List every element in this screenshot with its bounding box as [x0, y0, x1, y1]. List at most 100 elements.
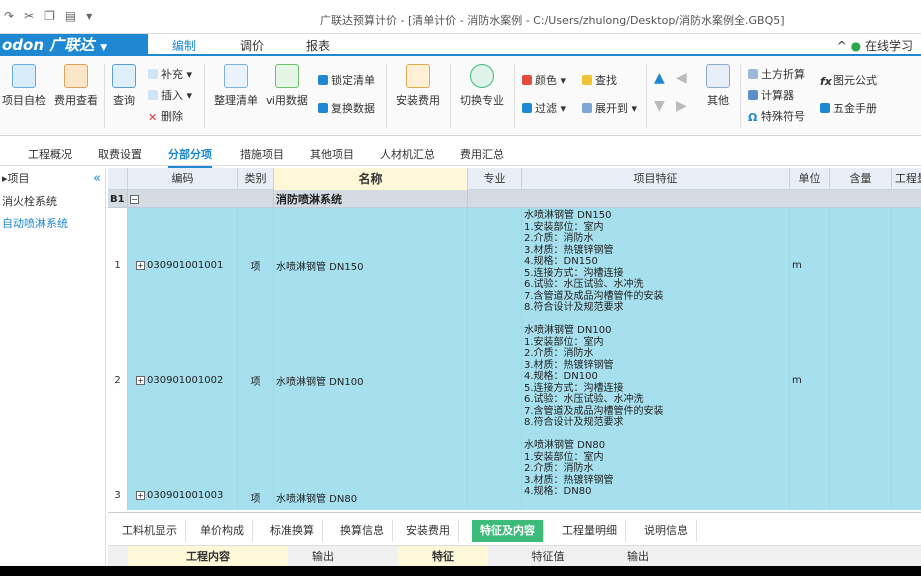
- row-code[interactable]: +030901001001: [128, 208, 238, 323]
- table-row[interactable]: 1 +030901001001 项 水喷淋钢管 DN150 水喷淋钢管 DN15…: [108, 208, 921, 323]
- row-code[interactable]: +030901001003: [128, 438, 238, 510]
- header-unit[interactable]: 单位: [790, 168, 830, 190]
- row-content[interactable]: [830, 208, 892, 323]
- collapse-box-icon[interactable]: −: [130, 194, 139, 204]
- group-toggle[interactable]: −: [128, 190, 274, 208]
- query-button[interactable]: 查询: [112, 64, 136, 108]
- tab-fee-summary[interactable]: 费用汇总: [460, 146, 504, 162]
- tab-other-items[interactable]: 其他项目: [310, 146, 354, 162]
- row-name[interactable]: 水喷淋钢管 DN100: [274, 323, 468, 438]
- row-features[interactable]: 水喷淋钢管 DN150 1.安装部位：室内 2.介质：消防水 3.材质：热镀锌钢…: [522, 208, 790, 323]
- earthwork-button[interactable]: 土方折算: [748, 66, 805, 82]
- tree-item-sprinkler-system[interactable]: 自动喷淋系统: [0, 212, 105, 234]
- move-down-icon[interactable]: ▼: [654, 98, 665, 114]
- calculator-label: 计算器: [761, 89, 794, 102]
- search-icon: [582, 75, 592, 85]
- tab-fee-settings[interactable]: 取费设置: [98, 146, 142, 162]
- tab-unit-price-composition[interactable]: 单价构成: [192, 520, 253, 542]
- copy-icon[interactable]: ❐: [44, 9, 55, 23]
- project-check-button[interactable]: 项目自检: [2, 64, 46, 108]
- switch-major-button[interactable]: 切换专业: [460, 64, 504, 108]
- move-left-icon[interactable]: ◀: [676, 70, 687, 86]
- expand-box-icon[interactable]: +: [136, 376, 145, 385]
- five-gold-button[interactable]: 五金手册: [820, 100, 877, 116]
- redo-icon[interactable]: ↷: [4, 9, 14, 23]
- tab-adjust-price[interactable]: 调价: [240, 37, 264, 54]
- row-name[interactable]: 水喷淋钢管 DN80: [274, 438, 468, 510]
- supplement-button[interactable]: 补充 ▾: [148, 66, 192, 82]
- tab-report[interactable]: 报表: [306, 37, 330, 54]
- paste-icon[interactable]: ▤: [65, 9, 76, 23]
- organize-list-button[interactable]: 整理清单: [214, 64, 258, 108]
- expand-box-icon[interactable]: +: [136, 261, 145, 270]
- feature-line: 3.材质：热镀锌钢管: [524, 359, 614, 371]
- row-content[interactable]: [830, 438, 892, 510]
- tab-labor-material-summary[interactable]: 人材机汇总: [380, 146, 435, 162]
- quick-access-toolbar: ↷ ✂ ❐ ▤ ▾: [4, 9, 92, 23]
- row-quantity[interactable]: [892, 208, 921, 323]
- special-symbol-button[interactable]: Ω 特殊符号: [748, 108, 805, 124]
- row-major[interactable]: [468, 208, 522, 323]
- row-code[interactable]: +030901001002: [128, 323, 238, 438]
- tab-standard-conversion[interactable]: 标准换算: [262, 520, 323, 542]
- header-quantity[interactable]: 工程量: [892, 168, 921, 190]
- row-features[interactable]: 水喷淋钢管 DN100 1.安装部位：室内 2.介质：消防水 3.材质：热镀锌钢…: [522, 323, 790, 438]
- lock-data-button[interactable]: 复换数据: [318, 100, 375, 116]
- fee-view-button[interactable]: 费用查看: [54, 64, 98, 108]
- delete-button[interactable]: ✕ 删除: [148, 108, 183, 124]
- header-features[interactable]: 项目特征: [522, 168, 790, 190]
- dropdown-icon[interactable]: ▾: [86, 9, 92, 23]
- tab-conversion-info[interactable]: 换算信息: [332, 520, 393, 542]
- row-major[interactable]: [468, 323, 522, 438]
- expand-to-button[interactable]: 展开到 ▾: [582, 100, 637, 116]
- header-major[interactable]: 专业: [468, 168, 522, 190]
- use-data-button[interactable]: ⅵ用数据: [266, 64, 308, 108]
- row-unit[interactable]: m: [790, 323, 830, 438]
- tab-edit[interactable]: 编制: [172, 37, 196, 54]
- row-quantity[interactable]: [892, 438, 921, 510]
- color-button[interactable]: 颜色 ▾: [522, 72, 566, 88]
- tab-divisional-items[interactable]: 分部分项: [168, 146, 212, 168]
- header-content[interactable]: 含量: [830, 168, 892, 190]
- row-unit[interactable]: m: [790, 208, 830, 323]
- find-button[interactable]: 查找: [582, 72, 617, 88]
- insert-button[interactable]: 插入 ▾: [148, 87, 192, 103]
- table-row[interactable]: 2 +030901001002 项 水喷淋钢管 DN100 水喷淋钢管 DN10…: [108, 323, 921, 438]
- row-type[interactable]: 项: [238, 323, 274, 438]
- online-learn-button[interactable]: ^ ● 在线学习: [837, 37, 913, 54]
- tab-labor-material-display[interactable]: 工料机显示: [114, 520, 186, 542]
- row-quantity[interactable]: [892, 323, 921, 438]
- row-features[interactable]: 水喷淋钢管 DN80 1.安装部位：室内 2.介质：消防水 3.材质：热镀锌钢管…: [522, 438, 790, 510]
- header-code[interactable]: 编码: [128, 168, 238, 190]
- switch-major-icon: [470, 64, 494, 88]
- move-right-icon[interactable]: ▶: [676, 98, 687, 114]
- calculator-button[interactable]: 计算器: [748, 87, 794, 103]
- app-logo-menu[interactable]: odon 广联达 ▼: [0, 34, 148, 56]
- header-type[interactable]: 类别: [238, 168, 274, 190]
- tab-description-info[interactable]: 说明信息: [636, 520, 697, 542]
- row-type[interactable]: 项: [238, 438, 274, 510]
- tab-quantity-detail[interactable]: 工程量明细: [554, 520, 626, 542]
- expand-box-icon[interactable]: +: [136, 491, 145, 500]
- tree-item-hydrant-system[interactable]: 消火栓系统: [0, 190, 105, 212]
- table-row[interactable]: 3 +030901001003 项 水喷淋钢管 DN80 水喷淋钢管 DN80 …: [108, 438, 921, 510]
- filter-button[interactable]: 过滤 ▾: [522, 100, 566, 116]
- row-type[interactable]: 项: [238, 208, 274, 323]
- move-up-icon[interactable]: ▲: [654, 70, 665, 86]
- figure-formula-button[interactable]: fx图元公式: [820, 72, 877, 88]
- row-name[interactable]: 水喷淋钢管 DN150: [274, 208, 468, 323]
- row-content[interactable]: [830, 323, 892, 438]
- collapse-icon[interactable]: «: [93, 171, 101, 186]
- row-unit[interactable]: [790, 438, 830, 510]
- row-major[interactable]: [468, 438, 522, 510]
- others-button[interactable]: 其他: [706, 64, 730, 108]
- install-fee-button[interactable]: 安装费用: [396, 64, 440, 108]
- tab-measure-items[interactable]: 措施项目: [240, 146, 284, 162]
- lock-list-button[interactable]: 锁定清单: [318, 72, 375, 88]
- tab-install-fee[interactable]: 安装费用: [398, 520, 459, 542]
- tab-features-content[interactable]: 特征及内容: [472, 520, 544, 542]
- group-row[interactable]: B1 − 消防喷淋系统: [108, 190, 921, 208]
- tab-project-overview[interactable]: 工程概况: [28, 146, 72, 162]
- header-name[interactable]: 名称: [274, 168, 468, 190]
- cut-icon[interactable]: ✂: [24, 9, 34, 23]
